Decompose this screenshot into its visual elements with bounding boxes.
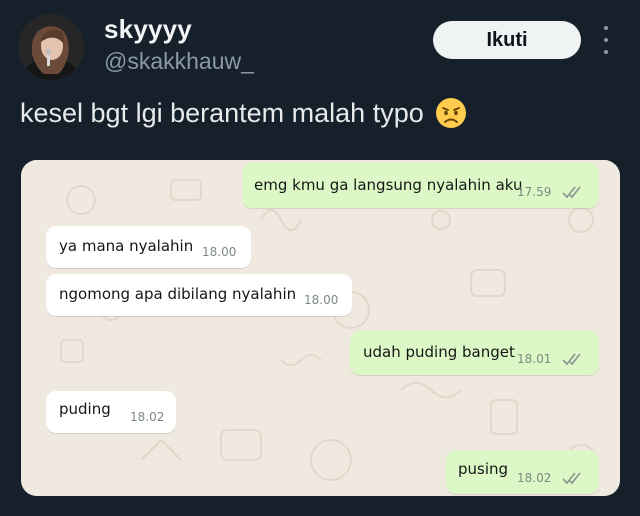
message-text: emg kmu ga langsung nyalahin aku [254, 176, 523, 194]
message-text: ngomong apa dibilang nyalahin [59, 285, 297, 303]
tweet-header: skyyyy @skakkhauw_ Ikuti [0, 0, 640, 90]
chat-screenshot-media[interactable]: emg kmu ga langsung nyalahin aku 17.59 y… [21, 160, 620, 496]
double-check-icon [562, 186, 581, 199]
message-time: 18.00 [304, 293, 339, 307]
disappointed-face-emoji [434, 96, 468, 130]
message-time: 17.59 [517, 185, 552, 199]
chat-message-outgoing[interactable]: udah puding banget 18.01 [350, 331, 599, 375]
message-text: puding [59, 400, 111, 418]
tweet-text-content: kesel bgt lgi berantem malah typo [20, 97, 424, 128]
chat-message-outgoing[interactable]: pusing 18.02 [446, 450, 599, 494]
avatar[interactable] [18, 14, 84, 80]
tweet-text: kesel bgt lgi berantem malah typo [20, 96, 468, 130]
message-text: ya mana nyalahin [59, 237, 194, 255]
message-text: udah puding banget [363, 343, 515, 361]
chat-message-outgoing[interactable]: emg kmu ga langsung nyalahin aku 17.59 [242, 163, 599, 208]
double-check-icon [562, 472, 581, 485]
follow-button[interactable]: Ikuti [433, 21, 581, 59]
more-vertical-icon[interactable] [598, 26, 614, 54]
chat-message-incoming[interactable]: ya mana nyalahin 18.00 [46, 226, 251, 268]
double-check-icon [562, 353, 581, 366]
message-time: 18.00 [202, 245, 237, 259]
message-time: 18.02 [517, 471, 552, 485]
message-text: pusing [458, 460, 509, 478]
chat-message-incoming[interactable]: ngomong apa dibilang nyalahin 18.00 [46, 274, 352, 316]
chat-message-incoming[interactable]: puding 18.02 [46, 391, 176, 433]
chat-wallpaper [21, 160, 620, 496]
user-handle[interactable]: @skakkhauw_ [104, 48, 254, 75]
display-name[interactable]: skyyyy [104, 14, 192, 45]
message-time: 18.01 [517, 352, 552, 366]
message-time: 18.02 [130, 410, 165, 424]
